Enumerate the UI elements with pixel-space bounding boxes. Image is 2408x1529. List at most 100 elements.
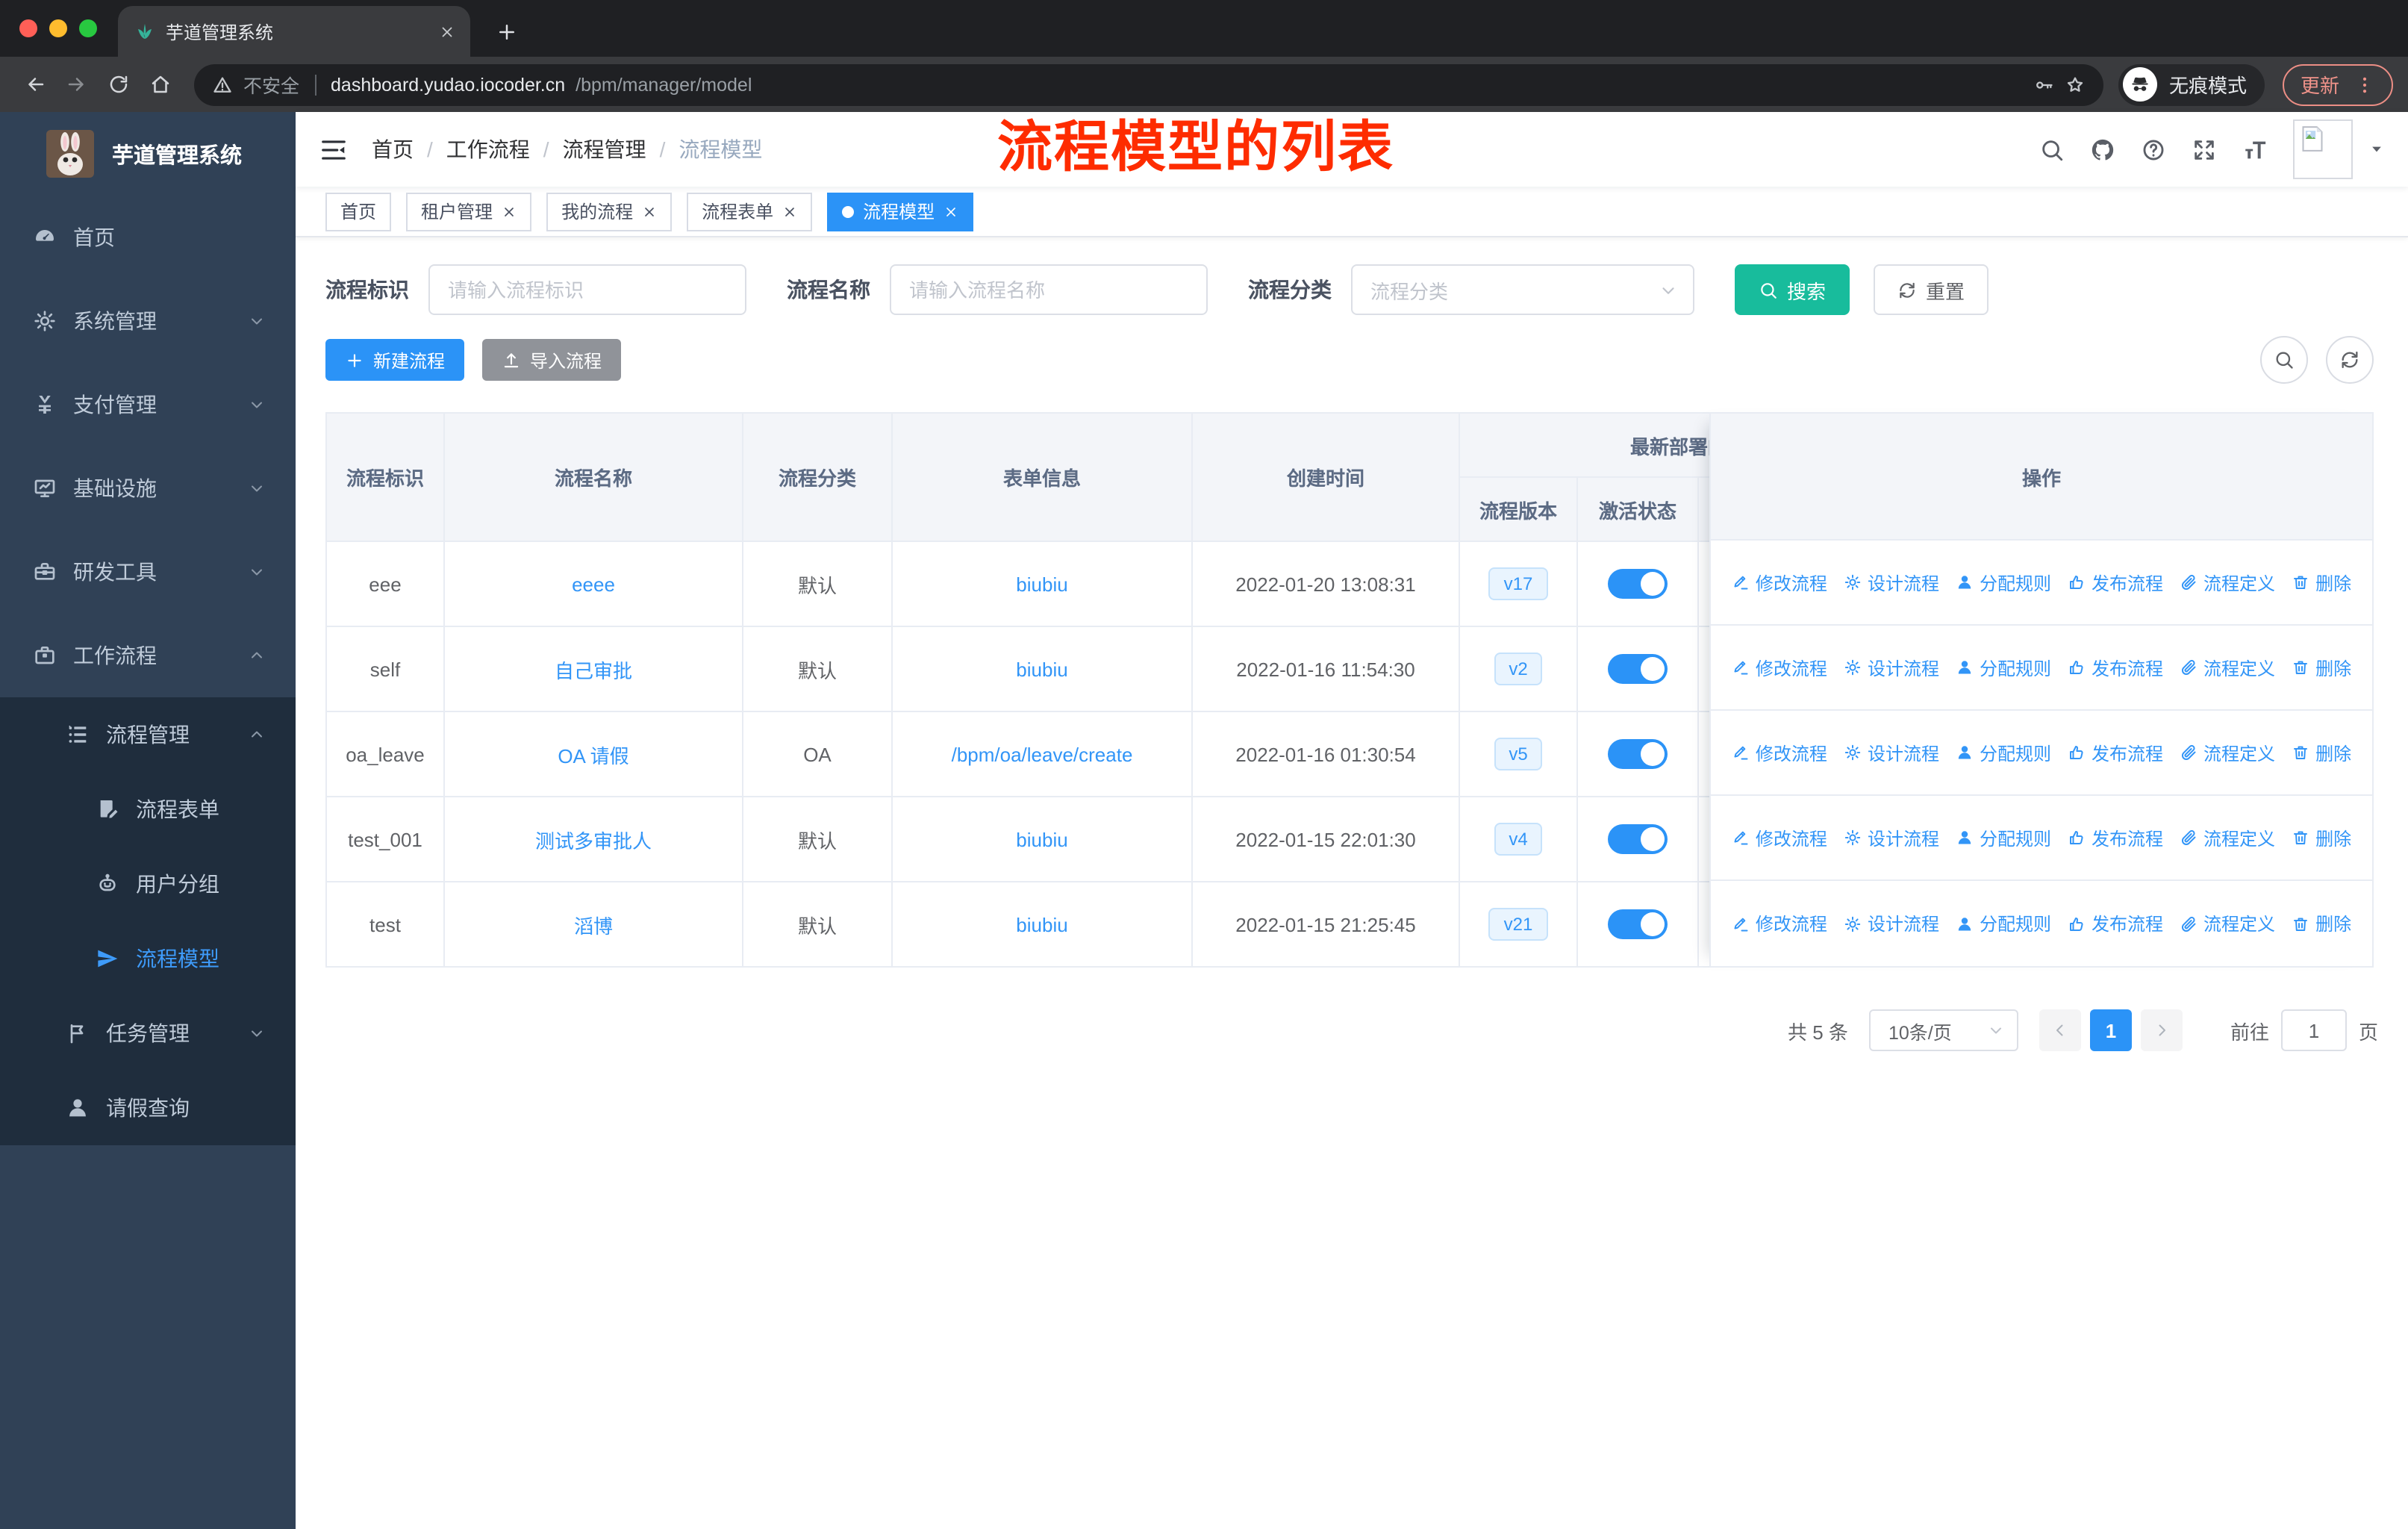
sidebar-item-首页[interactable]: 首页 <box>0 196 296 279</box>
action-分配规则[interactable]: 分配规则 <box>1956 740 2051 765</box>
action-发布流程[interactable]: 发布流程 <box>2068 825 2163 850</box>
tag-租户管理[interactable]: 租户管理 <box>406 192 532 231</box>
action-流程定义[interactable]: 流程定义 <box>2180 825 2275 850</box>
action-修改流程[interactable]: 修改流程 <box>1732 740 1827 765</box>
close-icon[interactable] <box>502 204 517 219</box>
action-流程定义[interactable]: 流程定义 <box>2180 570 2275 595</box>
refresh-table-button[interactable] <box>2326 336 2374 384</box>
tag-首页[interactable]: 首页 <box>325 192 392 231</box>
current-page-button[interactable]: 1 <box>2089 1009 2132 1051</box>
breadcrumb-item[interactable]: 首页 <box>372 134 414 164</box>
action-分配规则[interactable]: 分配规则 <box>1956 825 2051 850</box>
form-info-link[interactable]: biubiu <box>1016 913 1067 935</box>
close-icon[interactable] <box>943 204 958 219</box>
sidebar-item-任务管理[interactable]: 任务管理 <box>0 996 296 1071</box>
action-修改流程[interactable]: 修改流程 <box>1732 825 1827 850</box>
tab-close-icon[interactable] <box>439 23 455 40</box>
process-key-input[interactable] <box>428 264 746 315</box>
address-bar[interactable]: 不安全 dashboard.yudao.iocoder.cn/bpm/manag… <box>194 63 2103 105</box>
action-发布流程[interactable]: 发布流程 <box>2068 570 2163 595</box>
form-info-link[interactable]: biubiu <box>1016 828 1067 850</box>
active-status-switch[interactable] <box>1608 739 1668 769</box>
active-status-switch[interactable] <box>1608 569 1668 599</box>
reset-button[interactable]: 重置 <box>1874 264 1989 315</box>
action-修改流程[interactable]: 修改流程 <box>1732 911 1827 936</box>
process-name-link[interactable]: 自己审批 <box>555 659 632 682</box>
more-vert-icon[interactable] <box>2354 74 2375 95</box>
font-size-icon[interactable] <box>2242 137 2268 162</box>
bookmark-star-icon[interactable] <box>2065 74 2086 95</box>
action-修改流程[interactable]: 修改流程 <box>1732 570 1827 595</box>
sidebar-item-工作流程[interactable]: 工作流程 <box>0 614 296 697</box>
breadcrumb-item[interactable]: 流程管理 <box>563 134 646 164</box>
action-删除[interactable]: 删除 <box>2292 911 2351 936</box>
action-删除[interactable]: 删除 <box>2292 655 2351 680</box>
sidebar-fold-button[interactable] <box>319 135 348 164</box>
goto-page-input[interactable] <box>2280 1009 2347 1051</box>
action-设计流程[interactable]: 设计流程 <box>1844 655 1939 680</box>
sidebar-logo[interactable]: 芋道管理系统 <box>0 112 296 196</box>
minimize-window-button[interactable] <box>49 19 67 37</box>
action-删除[interactable]: 删除 <box>2292 740 2351 765</box>
sidebar-item-请假查询[interactable]: 请假查询 <box>0 1071 296 1145</box>
action-流程定义[interactable]: 流程定义 <box>2180 911 2275 936</box>
close-icon[interactable] <box>782 204 797 219</box>
tag-流程表单[interactable]: 流程表单 <box>687 192 813 231</box>
action-发布流程[interactable]: 发布流程 <box>2068 655 2163 680</box>
sidebar-item-流程表单[interactable]: 流程表单 <box>0 772 296 847</box>
reload-button[interactable] <box>99 65 137 104</box>
new-tab-button[interactable] <box>485 10 527 52</box>
close-icon[interactable] <box>642 204 657 219</box>
active-status-switch[interactable] <box>1608 909 1668 939</box>
create-process-button[interactable]: 新建流程 <box>325 339 465 381</box>
sidebar-item-支付管理[interactable]: 支付管理 <box>0 363 296 446</box>
tag-流程模型[interactable]: 流程模型 <box>827 192 974 231</box>
user-avatar[interactable] <box>2293 119 2353 179</box>
action-修改流程[interactable]: 修改流程 <box>1732 655 1827 680</box>
action-设计流程[interactable]: 设计流程 <box>1844 825 1939 850</box>
action-设计流程[interactable]: 设计流程 <box>1844 740 1939 765</box>
sidebar-item-用户分组[interactable]: 用户分组 <box>0 847 296 921</box>
action-流程定义[interactable]: 流程定义 <box>2180 655 2275 680</box>
process-name-link[interactable]: 滔博 <box>574 915 613 937</box>
active-status-switch[interactable] <box>1608 654 1668 684</box>
sidebar-item-系统管理[interactable]: 系统管理 <box>0 279 296 363</box>
action-发布流程[interactable]: 发布流程 <box>2068 740 2163 765</box>
process-category-select[interactable]: 流程分类 <box>1351 264 1694 315</box>
active-status-switch[interactable] <box>1608 824 1668 854</box>
password-key-icon[interactable] <box>2033 74 2054 95</box>
action-删除[interactable]: 删除 <box>2292 825 2351 850</box>
action-流程定义[interactable]: 流程定义 <box>2180 740 2275 765</box>
action-删除[interactable]: 删除 <box>2292 570 2351 595</box>
prev-page-button[interactable] <box>2039 1009 2081 1051</box>
process-name-link[interactable]: 测试多审批人 <box>535 829 652 852</box>
forward-button[interactable] <box>57 65 96 104</box>
form-info-link[interactable]: /bpm/oa/leave/create <box>952 743 1133 765</box>
form-info-link[interactable]: biubiu <box>1016 573 1067 595</box>
zoom-window-button[interactable] <box>79 19 97 37</box>
search-button[interactable]: 搜索 <box>1735 264 1850 315</box>
action-分配规则[interactable]: 分配规则 <box>1956 570 2051 595</box>
help-icon[interactable] <box>2141 137 2166 162</box>
fullscreen-icon[interactable] <box>2192 137 2217 162</box>
sidebar-item-研发工具[interactable]: 研发工具 <box>0 530 296 614</box>
action-发布流程[interactable]: 发布流程 <box>2068 911 2163 936</box>
action-设计流程[interactable]: 设计流程 <box>1844 911 1939 936</box>
process-name-link[interactable]: eeee <box>572 573 615 595</box>
show-search-toggle-button[interactable] <box>2260 336 2308 384</box>
sidebar-item-流程管理[interactable]: 流程管理 <box>0 697 296 772</box>
close-window-button[interactable] <box>19 19 37 37</box>
process-name-input[interactable] <box>890 264 1208 315</box>
process-name-link[interactable]: OA 请假 <box>558 744 628 767</box>
tag-我的流程[interactable]: 我的流程 <box>546 192 673 231</box>
sidebar-item-基础设施[interactable]: 基础设施 <box>0 446 296 530</box>
user-menu-caret-icon[interactable] <box>2369 142 2384 157</box>
page-size-select[interactable]: 10条/页 <box>1868 1009 2018 1051</box>
breadcrumb-item[interactable]: 工作流程 <box>446 134 530 164</box>
browser-update-menu[interactable]: 更新 <box>2282 63 2393 105</box>
sidebar-item-流程模型[interactable]: 流程模型 <box>0 921 296 996</box>
action-设计流程[interactable]: 设计流程 <box>1844 570 1939 595</box>
home-button[interactable] <box>140 65 179 104</box>
action-分配规则[interactable]: 分配规则 <box>1956 911 2051 936</box>
browser-tab[interactable]: 芋道管理系统 <box>118 6 470 57</box>
